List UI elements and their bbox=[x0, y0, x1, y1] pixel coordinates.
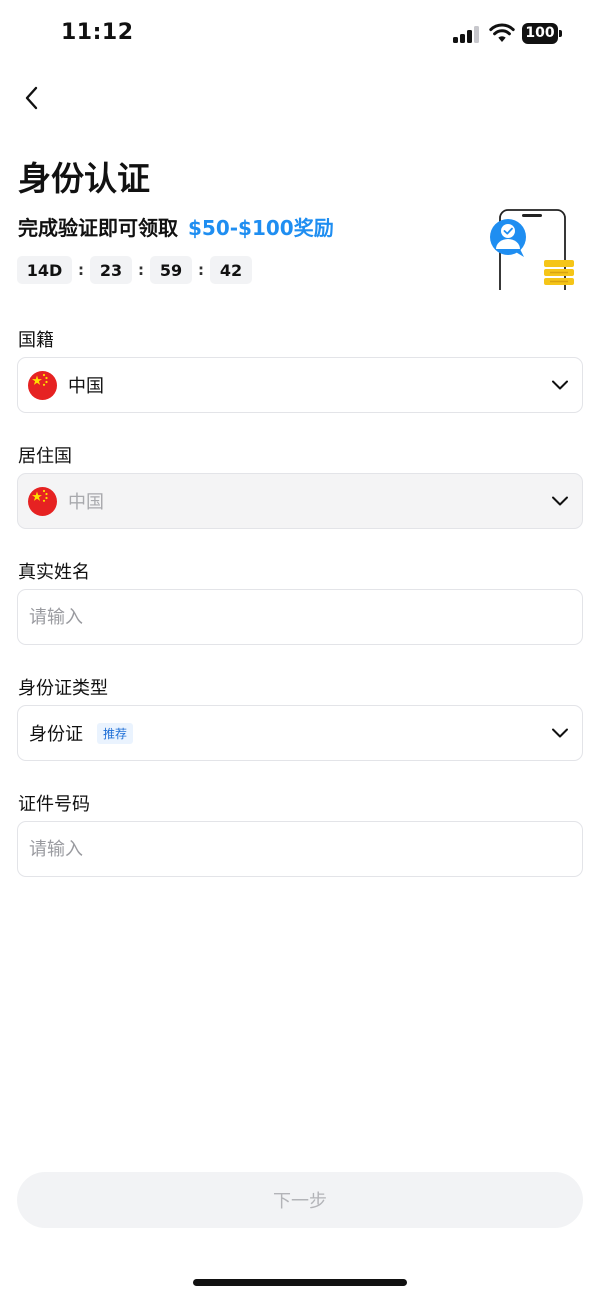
id-number-field[interactable] bbox=[17, 821, 583, 877]
page-title: 身份认证 bbox=[18, 159, 150, 198]
reward-amount: $50-$100奖励 bbox=[188, 216, 334, 240]
battery-level: 100 bbox=[522, 23, 558, 44]
back-button[interactable] bbox=[14, 80, 50, 116]
nationality-select[interactable]: 中国 bbox=[17, 357, 583, 413]
recommended-badge: 推荐 bbox=[97, 722, 134, 744]
real-name-label: 真实姓名 bbox=[18, 562, 90, 583]
countdown-seconds: 42 bbox=[210, 256, 252, 284]
countdown-separator: : bbox=[138, 261, 144, 279]
cellular-signal-icon bbox=[453, 26, 483, 43]
id-type-select[interactable]: 身份证 推荐 bbox=[17, 705, 583, 761]
id-number-input[interactable] bbox=[28, 822, 570, 876]
chevron-down-icon bbox=[552, 380, 568, 390]
status-time: 11:12 bbox=[61, 20, 134, 45]
id-type-value: 身份证 bbox=[29, 724, 83, 745]
id-number-label: 证件号码 bbox=[18, 794, 90, 815]
china-flag-icon bbox=[28, 370, 57, 400]
status-bar: 11:12 100 bbox=[0, 0, 600, 70]
countdown-days: 14D bbox=[17, 256, 72, 284]
battery-icon: 100 bbox=[522, 23, 562, 44]
chevron-down-icon bbox=[552, 496, 568, 506]
nationality-value: 中国 bbox=[68, 376, 104, 397]
china-flag-icon bbox=[28, 486, 57, 516]
countdown-separator: : bbox=[198, 261, 204, 279]
verification-illustration bbox=[488, 205, 580, 303]
countdown-timer: 14D : 23 : 59 : 42 bbox=[17, 256, 252, 284]
next-button[interactable]: 下一步 bbox=[17, 1172, 583, 1228]
residence-select[interactable]: 中国 bbox=[17, 473, 583, 529]
home-indicator bbox=[193, 1279, 407, 1286]
id-type-label: 身份证类型 bbox=[18, 678, 108, 699]
chevron-left-icon bbox=[25, 86, 38, 110]
real-name-field[interactable] bbox=[17, 589, 583, 645]
countdown-minutes: 59 bbox=[150, 256, 192, 284]
wifi-icon bbox=[489, 23, 515, 43]
countdown-separator: : bbox=[78, 261, 84, 279]
countdown-hours: 23 bbox=[90, 256, 132, 284]
reward-text: 完成验证即可领取 $50-$100奖励 bbox=[18, 212, 334, 241]
residence-value: 中国 bbox=[68, 492, 104, 513]
residence-label: 居住国 bbox=[18, 446, 72, 467]
nationality-label: 国籍 bbox=[18, 330, 54, 351]
real-name-input[interactable] bbox=[28, 590, 570, 644]
reward-prefix: 完成验证即可领取 bbox=[18, 216, 178, 240]
chevron-down-icon bbox=[552, 728, 568, 738]
